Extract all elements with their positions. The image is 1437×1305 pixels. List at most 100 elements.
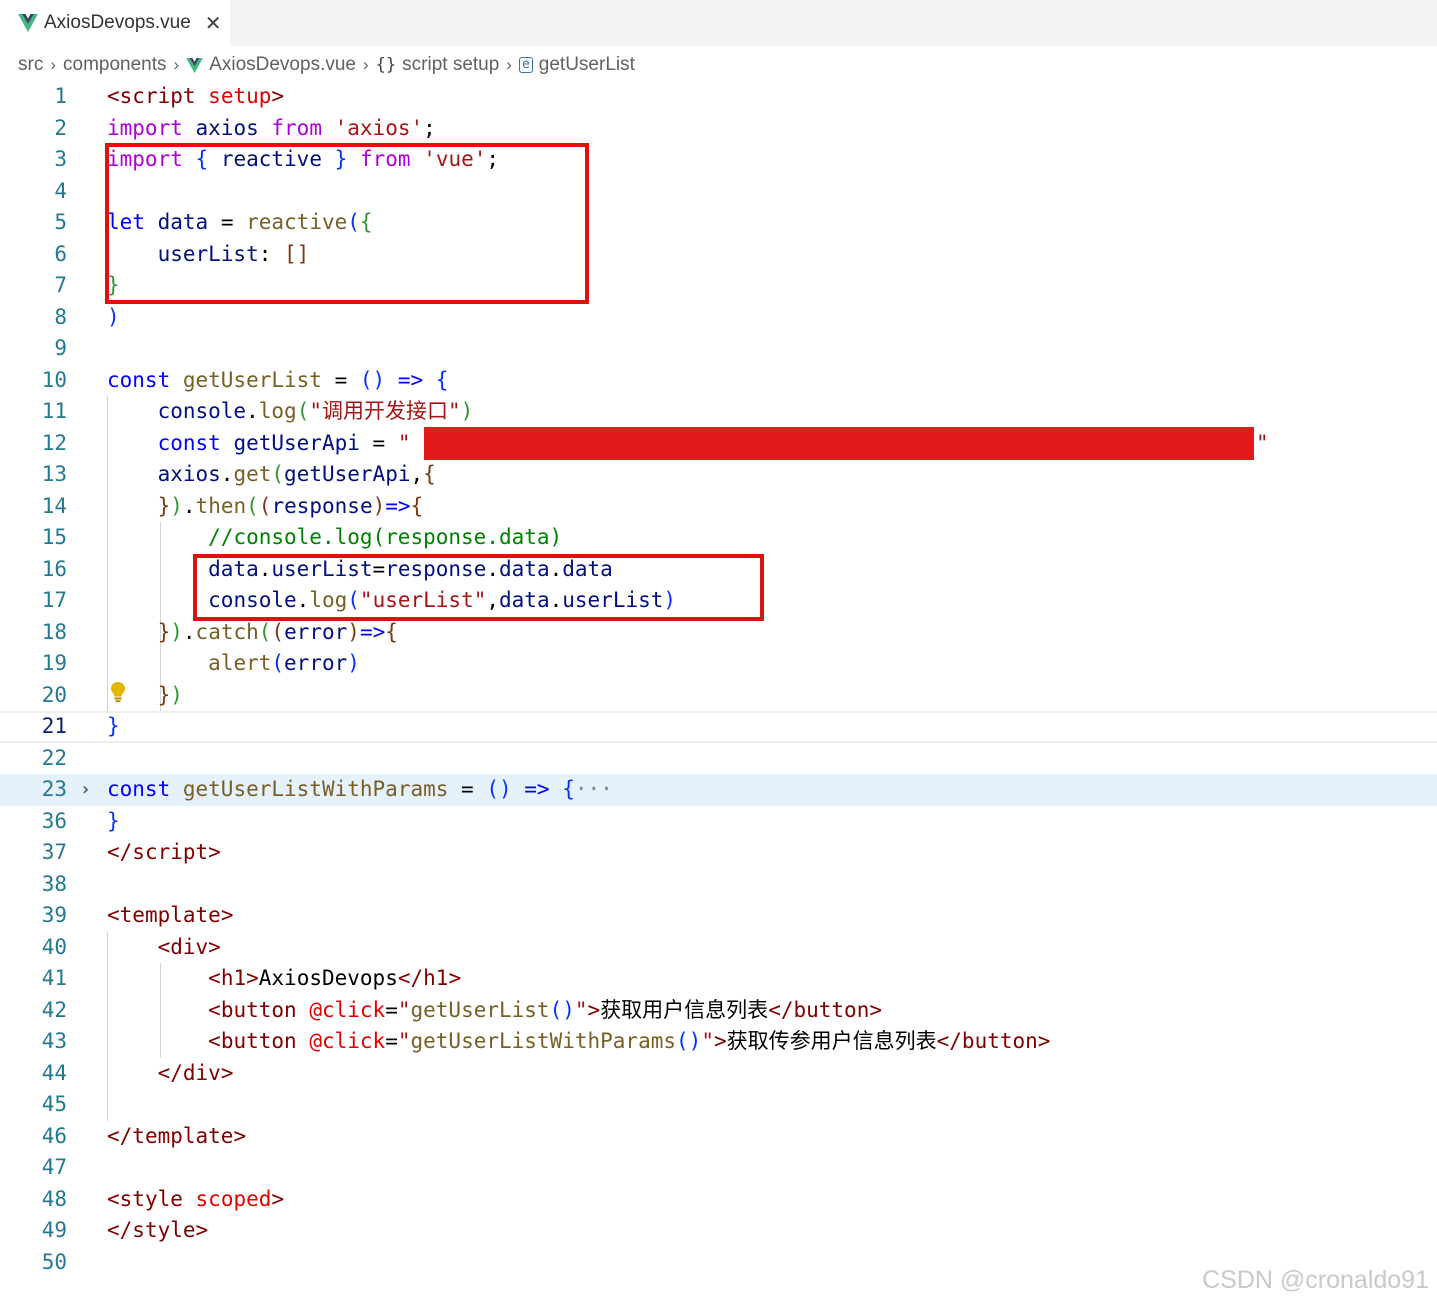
code-line: 22 (0, 743, 1437, 775)
code-line: 15 //console.log(response.data) (0, 522, 1437, 554)
line-number: 7 (54, 273, 67, 297)
line-number: 10 (41, 367, 67, 392)
code-text: <h1>AxiosDevops</h1> (208, 966, 462, 990)
code-text: console.log("调用开发接口") (157, 399, 474, 423)
code-text: alert(error) (208, 651, 360, 675)
breadcrumb-components[interactable]: components (63, 54, 167, 76)
code-line: 1 <script setup> (0, 81, 1437, 113)
code-line: 36 } (0, 806, 1437, 838)
code-text: </script> (107, 840, 221, 864)
line-number: 18 (41, 619, 67, 644)
tab-label: AxiosDevops.vue (44, 12, 191, 33)
code-line-current: 21 } (0, 711, 1437, 743)
code-line: 41 <h1>AxiosDevops</h1> (0, 963, 1437, 995)
code-line: 43 <button @click="getUserListWithParams… (0, 1026, 1437, 1058)
code-line: 8 ) (0, 302, 1437, 334)
line-number: 12 (41, 430, 67, 455)
string-quote: " (1256, 430, 1269, 455)
line-number: 15 (41, 525, 67, 549)
line-number: 11 (41, 399, 67, 423)
fold-ellipsis[interactable]: ··· (575, 777, 613, 801)
line-number: 2 (54, 115, 67, 140)
code-line: 37 </script> (0, 837, 1437, 869)
code-text: <div> (157, 934, 221, 959)
code-line: 10 const getUserList = () => { (0, 365, 1437, 397)
code-line: 47 (0, 1152, 1437, 1184)
line-number: 20 (41, 682, 67, 707)
line-number: 1 (54, 84, 67, 108)
code-line: 13 axios.get(getUserApi,{ (0, 459, 1437, 491)
code-line: 40 <div> (0, 932, 1437, 964)
line-number: 16 (41, 556, 67, 581)
breadcrumb-src[interactable]: src (18, 54, 43, 76)
line-number: 44 (41, 1060, 67, 1085)
redacted-url (424, 427, 1254, 460)
code-line: 46 </template> (0, 1121, 1437, 1153)
code-text: import axios from 'axios'; (107, 115, 436, 140)
line-number: 5 (54, 210, 67, 234)
line-number: 49 (41, 1218, 67, 1242)
tab-axiosdevops-vue[interactable]: AxiosDevops.vue ✕ (0, 0, 230, 46)
line-number: 40 (41, 934, 67, 959)
code-line: 44 </div> (0, 1058, 1437, 1090)
watermark: CSDN @cronaldo91 (1202, 1266, 1429, 1294)
breadcrumb: src › components › AxiosDevops.vue › {} … (18, 51, 635, 79)
tab-bar: AxiosDevops.vue ✕ (0, 0, 1437, 46)
code-line: 9 (0, 333, 1437, 365)
code-line: 19 alert(error) (0, 648, 1437, 680)
line-number: 21 (41, 714, 67, 738)
code-text: }).catch((error)=>{ (157, 619, 398, 644)
lightbulb-icon[interactable] (110, 681, 126, 703)
line-number: 45 (41, 1092, 67, 1116)
line-number: 23 (41, 777, 67, 801)
close-icon[interactable]: ✕ (205, 11, 222, 35)
code-text: const getUserApi = " (157, 430, 411, 455)
code-line: 38 (0, 869, 1437, 901)
code-line: 45 (0, 1089, 1437, 1121)
line-number: 19 (41, 651, 67, 675)
line-number: 9 (54, 336, 67, 360)
line-number: 8 (54, 304, 67, 329)
line-number: 43 (41, 1029, 67, 1053)
code-text: <button @click="getUserList()">获取用户信息列表<… (208, 997, 882, 1022)
code-text: const getUserListWithParams = () => {··· (107, 777, 613, 801)
chevron-right-icon[interactable]: › (82, 774, 89, 806)
chevron-right-icon: › (50, 55, 56, 74)
code-line-folded: 23 › const getUserListWithParams = () =>… (0, 774, 1437, 806)
line-number: 22 (41, 745, 67, 770)
line-number: 39 (41, 903, 67, 927)
line-number: 47 (41, 1155, 67, 1179)
line-number: 48 (41, 1186, 67, 1211)
line-number: 6 (54, 241, 67, 266)
code-text: <template> (107, 903, 234, 927)
line-number: 4 (54, 178, 67, 203)
method-icon: e (518, 57, 533, 73)
breadcrumb-script-setup[interactable]: script setup (402, 54, 499, 76)
breadcrumb-file[interactable]: AxiosDevops.vue (209, 54, 356, 76)
code-line: 14 }).then((response)=>{ (0, 491, 1437, 523)
code-text: } (107, 714, 120, 738)
code-comment: //console.log(response.data) (208, 525, 563, 549)
line-number: 37 (41, 840, 67, 864)
chevron-right-icon: › (173, 55, 180, 74)
line-number: 14 (41, 493, 67, 518)
code-line: 49 </style> (0, 1215, 1437, 1247)
line-number: 17 (41, 588, 67, 612)
line-number: 36 (41, 808, 67, 833)
code-editor[interactable]: 1 <script setup> 2 import axios from 'ax… (0, 81, 1437, 1281)
code-text: </style> (107, 1218, 209, 1242)
code-line: 39 <template> (0, 900, 1437, 932)
line-number: 38 (41, 871, 67, 896)
code-text: ) (107, 304, 120, 329)
code-text: </div> (157, 1060, 234, 1085)
code-text: <style scoped> (107, 1186, 285, 1211)
code-text: <button @click="getUserListWithParams()"… (208, 1029, 1051, 1053)
vue-logo-icon (186, 57, 204, 73)
vue-logo-icon (18, 14, 38, 32)
line-number: 13 (41, 462, 67, 486)
breadcrumb-getuserlist[interactable]: getUserList (539, 54, 635, 76)
code-line: 42 <button @click="getUserList()">获取用户信息… (0, 995, 1437, 1027)
code-text: }).then((response)=>{ (157, 493, 424, 518)
line-number: 46 (41, 1123, 67, 1148)
line-number: 50 (41, 1249, 67, 1274)
